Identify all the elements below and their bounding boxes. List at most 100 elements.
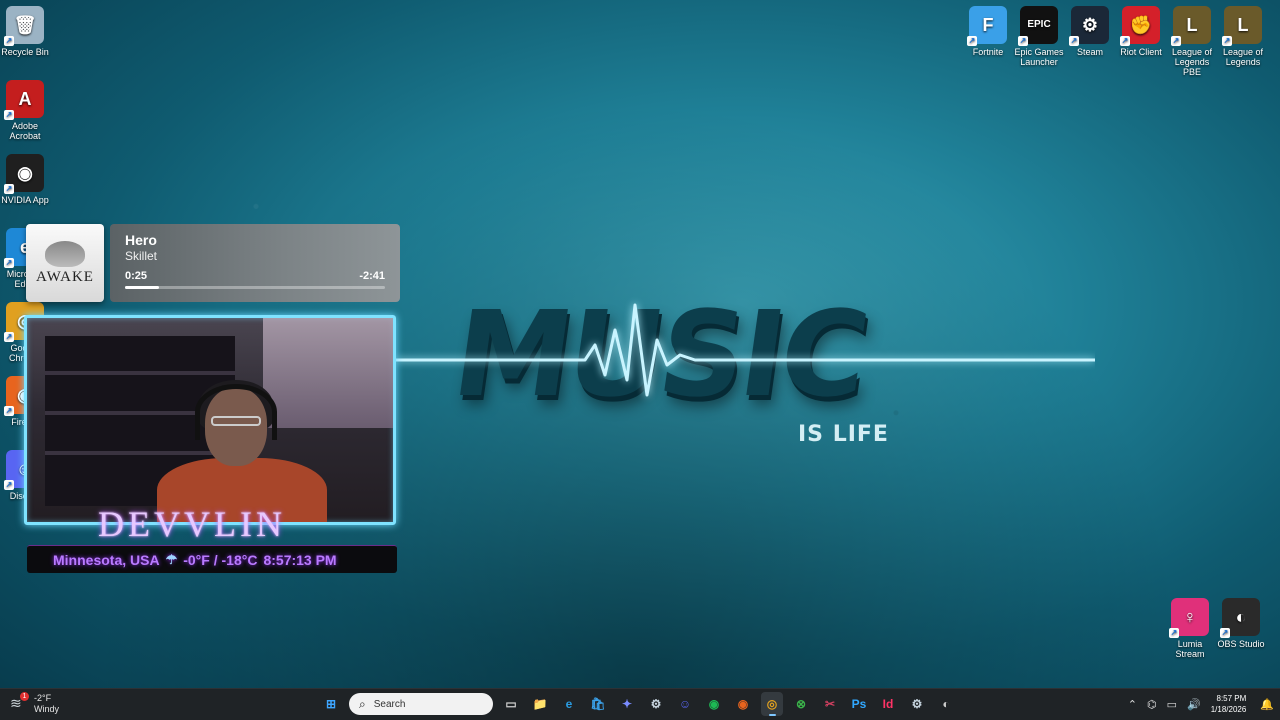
shortcut-arrow-icon: ↗ (4, 110, 14, 120)
taskbar-task-view[interactable]: ▭ (500, 692, 522, 716)
desktop-icon-epic-games[interactable]: EPIC ↗ Epic Games Launcher (1013, 6, 1065, 67)
epic-games-icon: EPIC ↗ (1018, 6, 1058, 46)
taskbar-file-explorer[interactable]: 📁 (529, 692, 551, 716)
webcam-feed (24, 315, 396, 525)
taskbar-weather-widget[interactable]: ≋ 1 -2°F Windy (10, 692, 60, 715)
desktop-icon-nvidia-app[interactable]: ◉ ↗ NVIDIA App (0, 154, 51, 205)
desktop-icon-fortnite[interactable]: F ↗ Fortnite (962, 6, 1014, 57)
taskbar-steam-2[interactable]: ⚙ (906, 692, 928, 716)
wind-icon: ≋ 1 (10, 692, 29, 713)
microsoft-store-icon: 🛍 (590, 697, 606, 711)
shortcut-arrow-icon: ↗ (4, 184, 14, 194)
edge-icon: e (565, 697, 573, 711)
taskbar-photoshop[interactable]: Ps (848, 692, 870, 716)
spotify-icon: ◉ (708, 697, 720, 711)
weather-desc: Windy (34, 704, 60, 714)
album-title: AWAKE (36, 268, 94, 285)
indesign-icon: Id (882, 697, 894, 711)
shortcut-arrow-icon: ↗ (1220, 628, 1230, 638)
shortcut-arrow-icon: ↗ (1018, 36, 1028, 46)
desktop-icon-label: Fortnite (972, 47, 1004, 57)
shortcut-arrow-icon: ↗ (1171, 36, 1181, 46)
chevron-up-icon[interactable]: ⌃ (1128, 698, 1137, 711)
desktop-icon-lol[interactable]: L ↗ League of Legends (1217, 6, 1269, 67)
fortnite-icon: F ↗ (967, 6, 1007, 46)
taskbar-firefox[interactable]: ◉ (732, 692, 754, 716)
notification-bell-icon[interactable]: 🔔 (1260, 698, 1274, 711)
heartbeat-line (395, 303, 1095, 397)
shortcut-arrow-icon: ↗ (4, 406, 14, 416)
lumia-stream-icon: ♀ ↗ (1169, 598, 1209, 638)
wallpaper-art: MUSIC IS LIFE (395, 285, 1095, 455)
taskbar-chrome[interactable]: ◎ (761, 692, 783, 716)
desktop-icon-label: Riot Client (1120, 47, 1162, 57)
taskbar: ≋ 1 -2°F Windy ⊞ ⌕ Search ▭ 📁 e 🛍 ✦ ⚙ ☺ ◉ ◉ ◎ ⊗ ✂ Ps Id ⚙… (0, 688, 1280, 720)
elapsed-time: 0:25 (125, 270, 148, 282)
desktop-icon-recycle-bin[interactable]: 🗑 ↗ Recycle Bin (0, 6, 51, 57)
track-times: 0:25 -2:41 (125, 270, 385, 282)
desktop-icon-label: Steam (1076, 47, 1103, 57)
shortcut-arrow-icon: ↗ (4, 36, 14, 46)
clock-date: 1/18/2026 (1210, 705, 1247, 714)
shortcut-arrow-icon: ↗ (4, 332, 14, 342)
taskbar-discord[interactable]: ☺ (674, 692, 696, 716)
shortcut-arrow-icon: ↗ (1222, 36, 1232, 46)
weather-icon: ☂ (165, 551, 178, 567)
overlay-time: 8:57:13 PM (263, 551, 337, 568)
shortcut-arrow-icon: ↗ (967, 36, 977, 46)
location-text: Minnesota, USA (53, 551, 160, 568)
shortcut-arrow-icon: ↗ (1069, 36, 1079, 46)
taskbar-snipping[interactable]: ✂ (819, 692, 841, 716)
desktop-icon-riot-client[interactable]: ✊ ↗ Riot Client (1115, 6, 1167, 57)
obs-studio-icon: ◐ (942, 697, 950, 711)
weather-temp: -2°F (34, 693, 52, 703)
network-icon[interactable]: ⌬ (1147, 698, 1157, 711)
desktop-icon-steam[interactable]: ⚙ ↗ Steam (1064, 6, 1116, 57)
taskbar-indesign[interactable]: Id (877, 692, 899, 716)
steam-icon: ⚙ (911, 697, 923, 711)
adobe-acrobat-icon: A ↗ (4, 80, 44, 120)
taskbar-spotify[interactable]: ◉ (703, 692, 725, 716)
glasses (211, 416, 261, 426)
track-progress-fill (125, 286, 159, 289)
track-progress-bar[interactable] (125, 286, 385, 289)
clock-time: 8:57 PM (1216, 694, 1247, 703)
taskbar-copilot[interactable]: ✦ (616, 692, 638, 716)
photoshop-icon: Ps (851, 697, 867, 711)
desktop-icon-obs-studio[interactable]: ◐ ↗ OBS Studio (1215, 598, 1267, 649)
track-title: Hero (125, 232, 157, 248)
shortcut-arrow-icon: ↗ (4, 258, 14, 268)
album-cover-image (45, 240, 85, 267)
now-playing-widget[interactable]: AWAKE Hero Skillet 0:25 -2:41 (26, 224, 400, 302)
taskbar-clock[interactable]: 8:57 PM 1/18/2026 (1211, 693, 1247, 715)
wallpaper-tagline: IS LIFE (798, 422, 889, 447)
streamer-name: DEVVLIN (98, 504, 286, 544)
track-artist: Skillet (125, 249, 158, 263)
obs-studio-icon: ◐ ↗ (1220, 598, 1260, 638)
taskbar-apps: ⊞ ⌕ Search ▭ 📁 e 🛍 ✦ ⚙ ☺ ◉ ◉ ◎ ⊗ ✂ Ps Id ⚙ ◐ (320, 692, 957, 716)
temperature-text: -0°F / -18°C (183, 551, 258, 568)
nvidia-icon: ◉ ↗ (4, 154, 44, 194)
taskbar-search-box[interactable]: ⌕ Search (349, 693, 493, 715)
system-tray: ⌃ ⌬ ▭ 🔊 8:57 PM 1/18/2026 🔔 (1128, 693, 1274, 715)
desktop-icon-label: Epic Games Launcher (1014, 47, 1064, 67)
taskbar-start[interactable]: ⊞ (320, 692, 342, 716)
desktop-icon-lumia-stream[interactable]: ♀ ↗ Lumia Stream (1164, 598, 1216, 659)
discord-icon: ☺ (678, 697, 692, 711)
desktop-icon-adobe-acrobat[interactable]: A ↗ Adobe Acrobat (0, 80, 51, 141)
weather-alert-badge: 1 (20, 692, 29, 701)
taskbar-store[interactable]: 🛍 (587, 692, 609, 716)
xbox-icon: ⊗ (795, 697, 807, 711)
taskbar-xbox[interactable]: ⊗ (790, 692, 812, 716)
display-icon[interactable]: ▭ (1167, 698, 1177, 711)
file-explorer-icon: 📁 (532, 697, 548, 711)
desktop-icon-lol-pbe[interactable]: L ↗ League of Legends PBE (1166, 6, 1218, 77)
volume-icon[interactable]: 🔊 (1187, 698, 1201, 711)
desktop-icon-label: Recycle Bin (1, 47, 49, 57)
taskbar-obs[interactable]: ◐ (935, 692, 957, 716)
taskbar-steam[interactable]: ⚙ (645, 692, 667, 716)
league-icon: L ↗ (1222, 6, 1262, 46)
recycle-bin-icon: 🗑 ↗ (4, 6, 44, 46)
steam-icon: ⚙ (650, 697, 662, 711)
taskbar-edge[interactable]: e (558, 692, 580, 716)
